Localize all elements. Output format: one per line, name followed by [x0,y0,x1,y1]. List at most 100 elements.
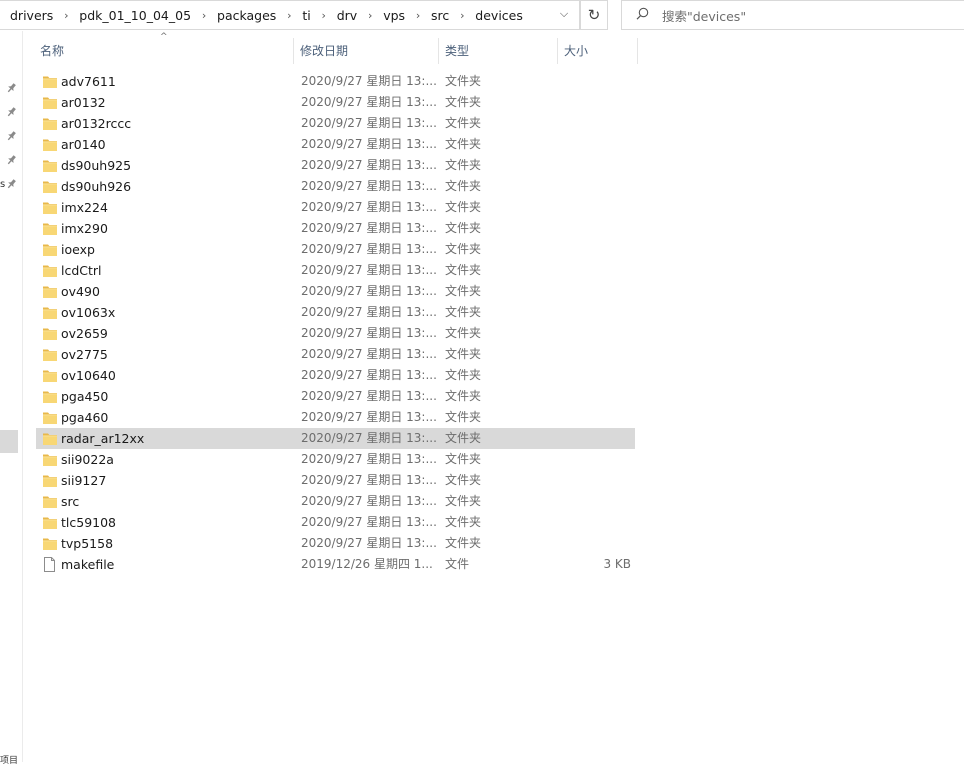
file-name: ds90uh926 [61,179,132,194]
modified-date: 2020/9/27 星期日 13:... [301,410,436,424]
file-name: ioexp [61,242,95,257]
file-type: 文件夹 [445,473,482,487]
folder-row[interactable]: radar_ar12xx 2020/9/27 星期日 13:... 文件夹 [36,428,635,449]
modified-date: 2020/9/27 星期日 13:... [301,158,436,172]
navigation-pane[interactable]: s 项目 [0,31,23,766]
breadcrumb-drivers[interactable]: drivers [0,8,59,23]
folder-icon [43,470,59,491]
folder-icon [43,113,59,134]
column-header-date[interactable]: 修改日期 [296,38,439,64]
pin-icon[interactable] [4,155,18,168]
modified-date: 2020/9/27 星期日 13:... [301,536,436,550]
breadcrumb-separator-icon[interactable]: › [317,9,331,22]
folder-row[interactable]: ar0132rccc 2020/9/27 星期日 13:... 文件夹 [36,113,635,134]
file-size [558,302,631,323]
chevron-down-icon: ⌵ [559,7,569,20]
file-name: tvp5158 [61,536,114,551]
folder-icon [43,512,59,533]
folder-row[interactable]: ov2659 2020/9/27 星期日 13:... 文件夹 [36,323,635,344]
modified-date: 2020/9/27 星期日 13:... [301,347,436,361]
file-name: ov10640 [61,368,116,383]
folder-icon [43,344,59,365]
breadcrumb-separator-icon[interactable]: › [411,9,425,22]
folder-row[interactable]: adv7611 2020/9/27 星期日 13:... 文件夹 [36,71,635,92]
file-name: pga460 [61,410,109,425]
pin-icon[interactable] [4,107,18,120]
file-size [558,155,631,176]
file-type: 文件夹 [445,242,482,256]
refresh-button[interactable]: ↻ [580,0,608,30]
file-name: ov2775 [61,347,108,362]
folder-row[interactable]: sii9127 2020/9/27 星期日 13:... 文件夹 [36,470,635,491]
breadcrumb-packages[interactable]: packages [211,8,282,23]
column-header-name[interactable]: 名称 [36,38,294,64]
file-name: pga450 [61,389,109,404]
breadcrumb-drv[interactable]: drv [331,8,363,23]
breadcrumb-separator-icon[interactable]: › [363,9,377,22]
file-type: 文件夹 [445,221,482,235]
folder-row[interactable]: ov2775 2020/9/27 星期日 13:... 文件夹 [36,344,635,365]
folder-row[interactable]: pga450 2020/9/27 星期日 13:... 文件夹 [36,386,635,407]
file-name: adv7611 [61,74,116,89]
file-size [558,428,631,449]
breadcrumb-ti[interactable]: ti [296,8,316,23]
folder-icon [43,491,59,512]
column-header-size[interactable]: 大小 [560,38,638,64]
file-size [558,281,631,302]
column-header-type[interactable]: 类型 [441,38,558,64]
file-name: ar0132rccc [61,116,132,131]
breadcrumb-separator-icon[interactable]: › [282,9,296,22]
file-type: 文件夹 [445,368,482,382]
refresh-icon: ↻ [587,6,601,24]
file-size [558,365,631,386]
file-name: src [61,494,80,509]
folder-row[interactable]: ioexp 2020/9/27 星期日 13:... 文件夹 [36,239,635,260]
breadcrumb-separator-icon[interactable]: › [197,9,211,22]
file-type: 文件夹 [445,494,482,508]
folder-row[interactable]: ds90uh926 2020/9/27 星期日 13:... 文件夹 [36,176,635,197]
breadcrumb-devices[interactable]: devices [469,8,529,23]
search-box[interactable]: 搜索"devices" [621,0,964,30]
address-dropdown-button[interactable]: ⌵ [550,0,578,28]
pin-icon[interactable] [4,131,18,144]
breadcrumb-separator-icon[interactable]: › [59,9,73,22]
breadcrumb-separator-icon[interactable]: › [455,9,469,22]
folder-row[interactable]: src 2020/9/27 星期日 13:... 文件夹 [36,491,635,512]
modified-date: 2020/9/27 星期日 13:... [301,74,436,88]
pin-icon[interactable] [4,83,18,96]
breadcrumb-vps[interactable]: vps [377,8,411,23]
breadcrumb-pdk-01-10-04-05[interactable]: pdk_01_10_04_05 [73,8,197,23]
folder-icon [43,386,59,407]
modified-date: 2020/9/27 星期日 13:... [301,515,436,529]
search-placeholder: 搜索"devices" [662,8,747,24]
file-size [558,386,631,407]
file-row[interactable]: makefile 2019/12/26 星期四 1... 文件 3 KB [36,554,635,575]
folder-row[interactable]: ar0140 2020/9/27 星期日 13:... 文件夹 [36,134,635,155]
file-size [558,239,631,260]
nav-item-selected[interactable] [0,430,18,453]
modified-date: 2020/9/27 星期日 13:... [301,431,436,445]
folder-row[interactable]: ov10640 2020/9/27 星期日 13:... 文件夹 [36,365,635,386]
address-bar[interactable]: drivers › pdk_01_10_04_05 › packages › ti › drv ›… [0,0,580,30]
modified-date: 2020/9/27 星期日 13:... [301,242,436,256]
folder-icon [43,71,59,92]
folder-row[interactable]: ds90uh925 2020/9/27 星期日 13:... 文件夹 [36,155,635,176]
file-size [558,407,631,428]
folder-row[interactable]: tlc59108 2020/9/27 星期日 13:... 文件夹 [36,512,635,533]
file-size [558,197,631,218]
folder-row[interactable]: sii9022a 2020/9/27 星期日 13:... 文件夹 [36,449,635,470]
folder-row[interactable]: lcdCtrl 2020/9/27 星期日 13:... 文件夹 [36,260,635,281]
folder-row[interactable]: imx290 2020/9/27 星期日 13:... 文件夹 [36,218,635,239]
folder-icon [43,428,59,449]
breadcrumb-src[interactable]: src [425,8,455,23]
folder-row[interactable]: imx224 2020/9/27 星期日 13:... 文件夹 [36,197,635,218]
modified-date: 2020/9/27 星期日 13:... [301,95,436,109]
folder-row[interactable]: ov490 2020/9/27 星期日 13:... 文件夹 [36,281,635,302]
folder-row[interactable]: ar0132 2020/9/27 星期日 13:... 文件夹 [36,92,635,113]
file-type: 文件夹 [445,389,482,403]
folder-icon [43,218,59,239]
pin-icon[interactable] [4,179,18,192]
folder-row[interactable]: ov1063x 2020/9/27 星期日 13:... 文件夹 [36,302,635,323]
folder-row[interactable]: pga460 2020/9/27 星期日 13:... 文件夹 [36,407,635,428]
folder-row[interactable]: tvp5158 2020/9/27 星期日 13:... 文件夹 [36,533,635,554]
